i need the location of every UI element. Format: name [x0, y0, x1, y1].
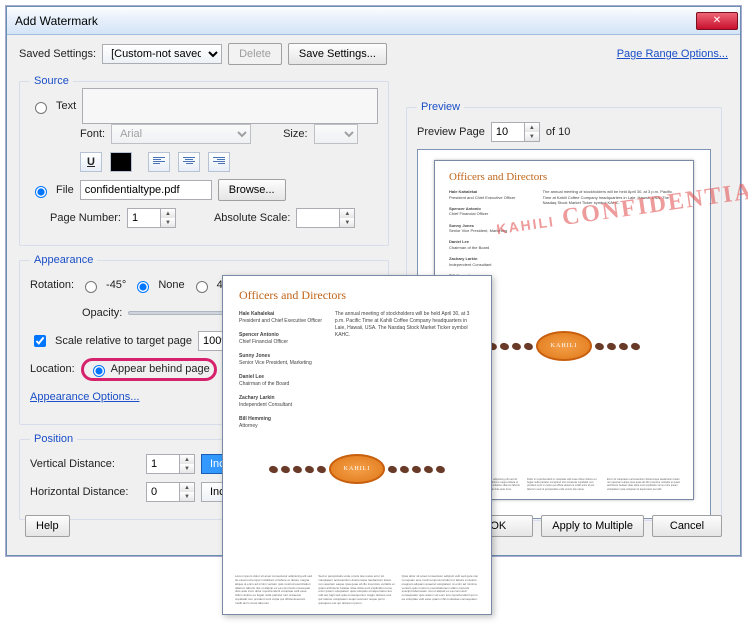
location-behind-option[interactable]: Appear behind page	[81, 358, 217, 381]
text-color-button[interactable]	[110, 152, 132, 172]
scale-relative-check[interactable]	[34, 335, 46, 347]
meeting-blurb: The annual meeting of stockholders will …	[543, 189, 679, 284]
page-range-link[interactable]: Page Range Options...	[617, 48, 728, 60]
size-label: Size:	[283, 128, 307, 140]
align-left-button[interactable]	[148, 152, 170, 172]
source-file-radio[interactable]	[35, 186, 47, 198]
titlebar: Add Watermark ✕	[7, 7, 740, 35]
watermark-text-input	[82, 88, 378, 124]
scale-relative-label: Scale relative to target page	[55, 335, 192, 347]
kahili-logo: KAHILI	[536, 331, 592, 361]
vdist-stepper[interactable]: ▲▼	[146, 454, 195, 474]
hdist-label: Horizontal Distance:	[30, 486, 140, 498]
saved-settings-label: Saved Settings:	[19, 48, 96, 60]
page-number-stepper[interactable]: ▲▼	[127, 208, 176, 228]
preview-page-stepper[interactable]: ▲▼	[491, 122, 540, 142]
page-number-label: Page Number:	[50, 212, 121, 224]
rot-45-radio[interactable]	[196, 281, 208, 293]
appearance-options-link[interactable]: Appearance Options...	[30, 391, 139, 403]
officers-list: Hale KahalekaiPresident and Chief Execut…	[449, 189, 533, 284]
window-title: Add Watermark	[15, 14, 696, 28]
save-settings-button[interactable]: Save Settings...	[288, 43, 387, 65]
hdist-stepper[interactable]: ▲▼	[146, 482, 195, 502]
size-select	[314, 124, 358, 144]
align-center-button[interactable]	[178, 152, 200, 172]
floating-page-preview: Officers and Directors Hale KahalekaiPre…	[222, 275, 492, 615]
source-text-label: Text	[56, 100, 76, 112]
abs-scale-label: Absolute Scale:	[214, 212, 290, 224]
location-label: Location:	[30, 363, 75, 375]
vdist-label: Vertical Distance:	[30, 458, 140, 470]
font-label: Font:	[80, 128, 105, 140]
align-right-button[interactable]	[208, 152, 230, 172]
rotation-label: Rotation:	[30, 279, 74, 291]
opacity-label: Opacity:	[82, 307, 122, 319]
underline-button[interactable]: U	[80, 152, 102, 172]
help-button[interactable]: Help	[25, 515, 70, 537]
source-file-label: File	[56, 184, 74, 196]
source-text-radio[interactable]	[35, 102, 47, 114]
preview-page-label: Preview Page	[417, 126, 485, 138]
font-select: Arial	[111, 124, 251, 144]
apply-multiple-button[interactable]: Apply to Multiple	[541, 515, 644, 537]
file-path-input[interactable]	[80, 180, 212, 200]
delete-button: Delete	[228, 43, 282, 65]
rot-m45-radio[interactable]	[85, 281, 97, 293]
close-button[interactable]: ✕	[696, 12, 738, 30]
abs-scale-stepper[interactable]: ▲▼	[296, 208, 355, 228]
page-heading: Officers and Directors	[449, 171, 679, 183]
rot-none-radio[interactable]	[137, 281, 149, 293]
source-group: Source Text Font: Arial Size: U	[19, 75, 389, 246]
cancel-button[interactable]: Cancel	[652, 515, 722, 537]
preview-of-label: of 10	[546, 126, 570, 138]
saved-settings-select[interactable]: [Custom-not saved]	[102, 44, 222, 64]
browse-button[interactable]: Browse...	[218, 179, 286, 201]
location-behind-radio[interactable]	[93, 365, 105, 377]
